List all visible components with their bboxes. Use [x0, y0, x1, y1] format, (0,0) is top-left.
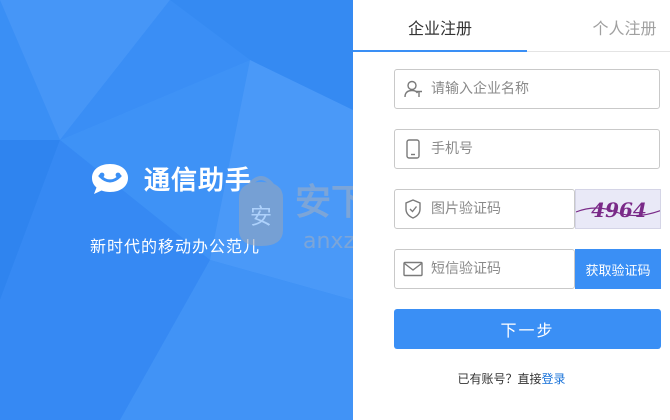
phone-field	[394, 129, 660, 169]
brand-panel: 通信助手 新时代的移动办公范儿	[0, 0, 353, 420]
captcha-image[interactable]: 4964	[575, 189, 661, 229]
login-link[interactable]: 登录	[542, 372, 566, 386]
chat-bubble-logo-icon	[92, 163, 128, 194]
registration-panel: 企业注册 个人注册 请输入企业名称 手机号 图片验证码 4964 短信验证码 获…	[353, 0, 670, 420]
registration-tabs: 企业注册 个人注册	[353, 0, 670, 52]
company-name-input[interactable]	[431, 71, 659, 107]
sms-code-field	[394, 249, 605, 289]
brand-slogan: 新时代的移动办公范儿	[90, 237, 261, 256]
faceted-background	[0, 0, 353, 420]
user-icon	[395, 70, 431, 108]
captcha-image-text: 4964	[591, 198, 647, 222]
get-sms-code-button[interactable]: 获取验证码	[575, 249, 661, 289]
envelope-icon	[395, 250, 431, 288]
next-step-button[interactable]: 下一步	[394, 309, 661, 349]
mobile-phone-icon	[395, 130, 431, 168]
login-prompt: 已有账号？直接登录	[353, 370, 670, 387]
brand: 通信助手	[90, 160, 252, 197]
login-prompt-text: 已有账号？直接	[457, 372, 542, 386]
phone-input[interactable]	[431, 131, 659, 167]
tab-personal-registration[interactable]: 个人注册	[579, 0, 670, 52]
image-captcha-field	[394, 189, 605, 229]
brand-name: 通信助手	[144, 166, 253, 196]
company-name-field	[394, 69, 660, 109]
tab-enterprise-registration[interactable]: 企业注册	[353, 0, 527, 52]
shield-icon	[395, 190, 431, 228]
